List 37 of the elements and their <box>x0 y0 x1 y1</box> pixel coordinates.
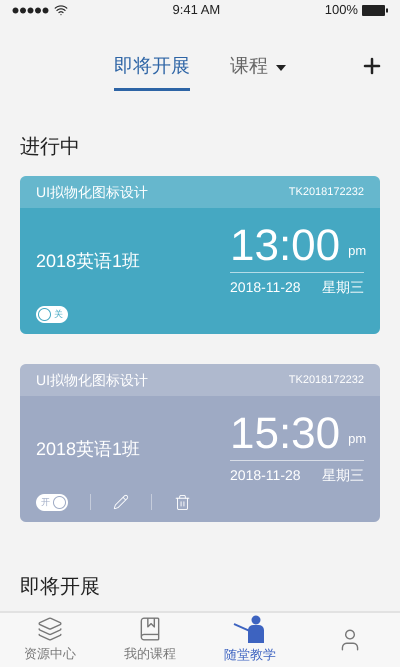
pencil-icon <box>113 494 129 510</box>
course-title: UI拟物化图标设计 <box>36 182 148 202</box>
course-code: TK2018172232 <box>288 372 364 388</box>
nav-item[interactable]: 随堂教学 <box>200 613 300 667</box>
section-title: 进行中 <box>19 135 81 160</box>
nav-item[interactable]: 我的课程 <box>100 613 200 667</box>
battery-percent: 100% <box>324 1 358 20</box>
weekday: 星期三 <box>322 466 364 485</box>
signal-icon <box>12 6 50 14</box>
meridiem: pm <box>348 430 366 448</box>
layers-icon <box>37 616 63 642</box>
toggle-switch[interactable]: 关 <box>36 306 68 322</box>
trash-icon <box>174 494 191 510</box>
course-card[interactable]: UI拟物化图标设计 TK2018172232 2018英语1班 13:00 pm 2018-11-28 星期三 关 <box>20 176 380 334</box>
section-title: 即将开展 <box>19 575 101 600</box>
start-time: 15:30 <box>230 412 340 456</box>
delete-button[interactable] <box>174 494 191 510</box>
wifi-icon <box>54 3 68 17</box>
meridiem: pm <box>348 242 366 260</box>
switch-label: 关 <box>54 310 63 318</box>
course-title: UI拟物化图标设计 <box>36 370 148 390</box>
switch-label: 开 <box>41 498 50 506</box>
tab[interactable]: 课程 <box>230 47 286 91</box>
clock: 9:41 AM <box>172 1 220 20</box>
tab[interactable]: 即将开展 <box>114 47 190 91</box>
date: 2018-11-28 <box>230 278 301 297</box>
edit-button[interactable] <box>113 494 129 510</box>
course-code: TK2018172232 <box>288 184 364 200</box>
class-name: 2018英语1班 <box>36 250 140 272</box>
class-name: 2018英语1班 <box>36 438 140 460</box>
toggle-switch[interactable]: 开 <box>36 494 68 510</box>
course-card[interactable]: UI拟物化图标设计 TK2018172232 2018英语1班 15:30 pm 2018-11-28 星期三 开 <box>20 364 380 522</box>
weekday: 星期三 <box>322 278 364 297</box>
start-time: 13:00 <box>230 224 340 268</box>
nav-item[interactable]: 资源中心 <box>0 613 100 667</box>
battery-icon <box>362 4 388 16</box>
date: 2018-11-28 <box>230 466 301 485</box>
